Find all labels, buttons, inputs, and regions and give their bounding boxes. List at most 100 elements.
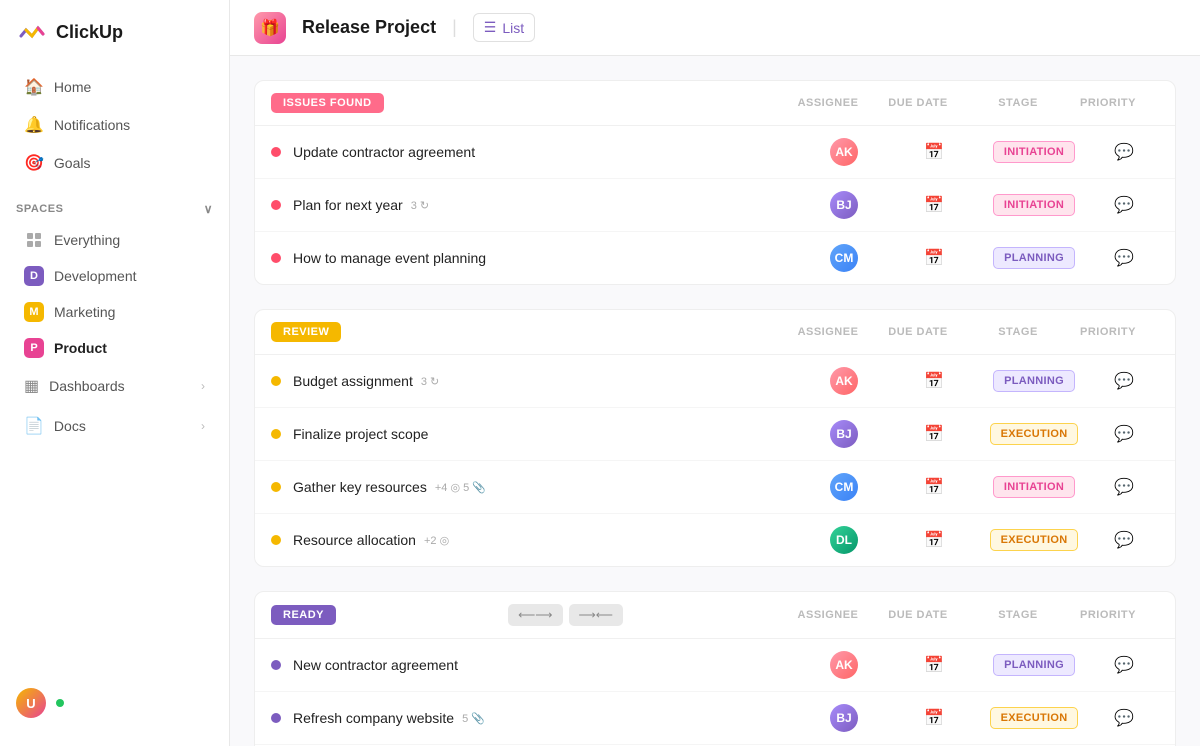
sidebar-item-marketing[interactable]: M Marketing — [8, 294, 221, 330]
sidebar-item-home-label: Home — [54, 79, 91, 95]
list-icon: ☰ — [484, 19, 497, 36]
task-row[interactable]: Gather key resources +4 ◎ 5 📎 CM 📅 INITI… — [255, 461, 1175, 514]
col-priority-header: Priority — [1073, 97, 1143, 109]
sidebar-item-dashboards[interactable]: ▦ Dashboards › — [8, 366, 221, 406]
product-icon: P — [24, 338, 44, 358]
section-issues-header: Issues Found Assignee Due Date Stage Pri… — [255, 81, 1175, 126]
stage-badge: INITIATION — [993, 476, 1075, 498]
task-row[interactable]: How to manage event planning CM 📅 PLANNI… — [255, 232, 1175, 284]
stage-badge: INITIATION — [993, 141, 1075, 163]
priority-icon[interactable]: 💬 — [1114, 195, 1134, 215]
toolbar-btn-1[interactable]: ⟵⟶ — [508, 604, 562, 626]
sidebar-item-dashboards-label: Dashboards — [49, 378, 125, 394]
col-duedate-header: Due Date — [873, 97, 963, 109]
task-duedate: 📅 — [889, 142, 979, 162]
task-row[interactable]: Finalize project scope BJ 📅 EXECUTION 💬 — [255, 408, 1175, 461]
list-view-button[interactable]: ☰ List — [473, 13, 535, 42]
col-stage-header: Stage — [963, 609, 1073, 621]
ready-badge: Ready — [271, 605, 336, 625]
task-assignee: BJ — [799, 704, 889, 732]
logo-icon — [16, 16, 48, 48]
task-extra-badge: +4 ◎ 5 📎 — [435, 481, 486, 494]
calendar-icon: 📅 — [924, 248, 944, 268]
task-row[interactable]: Plan for next year 3 ↻ BJ 📅 INITIATION 💬 — [255, 179, 1175, 232]
sidebar-item-marketing-label: Marketing — [54, 304, 115, 320]
task-priority: 💬 — [1089, 655, 1159, 675]
task-row[interactable]: Budget assignment 3 ↻ AK 📅 PLANNING 💬 — [255, 355, 1175, 408]
sidebar-item-everything[interactable]: Everything — [8, 222, 221, 258]
task-priority: 💬 — [1089, 708, 1159, 728]
task-assignee: AK — [799, 651, 889, 679]
task-priority: 💬 — [1089, 530, 1159, 550]
calendar-icon: 📅 — [924, 655, 944, 675]
section-issues: Issues Found Assignee Due Date Stage Pri… — [254, 80, 1176, 285]
task-assignee: CM — [799, 473, 889, 501]
task-duedate: 📅 — [889, 530, 979, 550]
priority-icon[interactable]: 💬 — [1114, 424, 1134, 444]
development-icon: D — [24, 266, 44, 286]
content-area: Issues Found Assignee Due Date Stage Pri… — [230, 56, 1200, 746]
task-assignee: CM — [799, 244, 889, 272]
col-assignee-header: Assignee — [783, 609, 873, 621]
task-duedate: 📅 — [889, 195, 979, 215]
sidebar-item-docs[interactable]: 📄 Docs › — [8, 406, 221, 446]
task-status-dot — [271, 200, 281, 210]
avatar: DL — [830, 526, 858, 554]
task-row[interactable]: New contractor agreement AK 📅 PLANNING 💬 — [255, 639, 1175, 692]
avatar: BJ — [830, 191, 858, 219]
task-status-dot — [271, 429, 281, 439]
priority-icon[interactable]: 💬 — [1114, 371, 1134, 391]
ready-columns: Assignee Due Date Stage Priority — [783, 609, 1159, 621]
task-stage: EXECUTION — [979, 529, 1089, 551]
app-name: ClickUp — [56, 22, 123, 43]
spaces-chevron-icon[interactable]: ∨ — [204, 202, 213, 216]
priority-icon[interactable]: 💬 — [1114, 708, 1134, 728]
logo: ClickUp — [0, 16, 229, 68]
dashboards-icon: ▦ — [24, 376, 39, 396]
calendar-icon: 📅 — [924, 530, 944, 550]
calendar-icon: 📅 — [924, 142, 944, 162]
user-avatar[interactable]: U — [16, 688, 46, 718]
sidebar-item-notifications[interactable]: 🔔 Notifications — [8, 106, 221, 144]
task-priority: 💬 — [1089, 371, 1159, 391]
task-name: Resource allocation +2 ◎ — [293, 532, 799, 548]
task-row[interactable]: Refresh company website 5 📎 BJ 📅 EXECUTI… — [255, 692, 1175, 745]
docs-chevron-icon: › — [201, 419, 205, 433]
task-name: Budget assignment 3 ↻ — [293, 373, 799, 389]
task-name: Refresh company website 5 📎 — [293, 710, 799, 726]
calendar-icon: 📅 — [924, 477, 944, 497]
section-review-header: Review Assignee Due Date Stage Priority — [255, 310, 1175, 355]
stage-badge: PLANNING — [993, 370, 1075, 392]
dashboards-chevron-icon: › — [201, 379, 205, 393]
priority-icon[interactable]: 💬 — [1114, 530, 1134, 550]
stage-badge: EXECUTION — [990, 529, 1079, 551]
priority-icon[interactable]: 💬 — [1114, 248, 1134, 268]
task-row[interactable]: Resource allocation +2 ◎ DL 📅 EXECUTION … — [255, 514, 1175, 566]
task-status-dot — [271, 253, 281, 263]
avatar: AK — [830, 138, 858, 166]
goals-icon: 🎯 — [24, 153, 44, 173]
priority-icon[interactable]: 💬 — [1114, 142, 1134, 162]
topbar: 🎁 Release Project | ☰ List — [230, 0, 1200, 56]
task-duedate: 📅 — [889, 477, 979, 497]
task-row[interactable]: Update contractor agreement AK 📅 INITIAT… — [255, 126, 1175, 179]
sidebar-item-development[interactable]: D Development — [8, 258, 221, 294]
sidebar-item-goals[interactable]: 🎯 Goals — [8, 144, 221, 182]
stage-badge: INITIATION — [993, 194, 1075, 216]
sidebar-item-product-label: Product — [54, 340, 107, 356]
priority-icon[interactable]: 💬 — [1114, 477, 1134, 497]
task-status-dot — [271, 376, 281, 386]
priority-icon[interactable]: 💬 — [1114, 655, 1134, 675]
ready-toolbar: ⟵⟶ ⟶⟵ — [508, 604, 623, 626]
sidebar-item-home[interactable]: 🏠 Home — [8, 68, 221, 106]
issues-badge: Issues Found — [271, 93, 384, 113]
task-priority: 💬 — [1089, 142, 1159, 162]
task-assignee: DL — [799, 526, 889, 554]
review-badge: Review — [271, 322, 341, 342]
task-name: Plan for next year 3 ↻ — [293, 197, 799, 213]
stage-badge: PLANNING — [993, 247, 1075, 269]
sidebar-item-product[interactable]: P Product — [8, 330, 221, 366]
toolbar-btn-2[interactable]: ⟶⟵ — [569, 604, 623, 626]
task-status-dot — [271, 535, 281, 545]
task-name: Update contractor agreement — [293, 144, 799, 160]
